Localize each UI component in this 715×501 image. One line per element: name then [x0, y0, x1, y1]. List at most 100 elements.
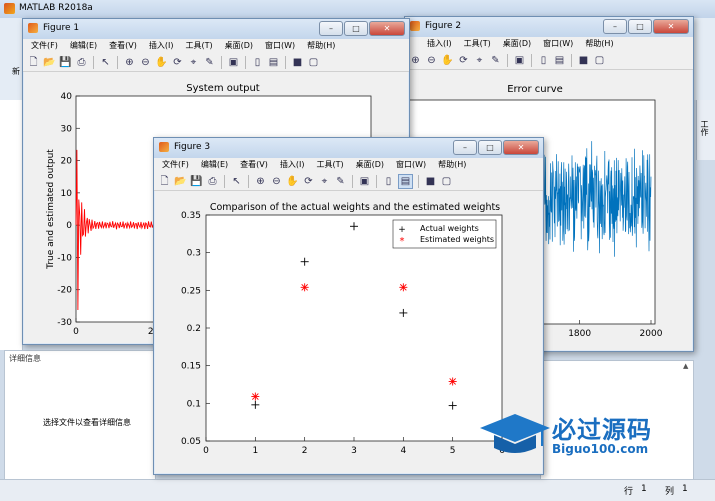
pan-icon[interactable]: ✋ [155, 56, 168, 69]
close-button[interactable]: ✕ [369, 21, 405, 36]
maximize-button[interactable]: □ [478, 140, 502, 155]
y-tick-label: 0.15 [181, 362, 201, 372]
figure-icon [28, 23, 38, 33]
menu-help[interactable]: 帮助(H) [438, 158, 466, 172]
colorbar-icon[interactable]: ▯ [537, 54, 550, 67]
x-tick-label: 1 [252, 446, 258, 456]
toolbar-separator [507, 53, 508, 67]
zoom-in-icon[interactable]: ⊕ [123, 56, 136, 69]
menu-file[interactable]: 文件(F) [162, 158, 189, 172]
close-button[interactable]: ✕ [503, 140, 539, 155]
current-folder-panel [0, 100, 23, 350]
minimize-button[interactable]: – [453, 140, 477, 155]
colorbar-icon[interactable]: ▯ [382, 175, 395, 188]
zoom-out-icon[interactable]: ⊖ [139, 56, 152, 69]
x-tick-label: 0 [73, 327, 79, 337]
brush-icon[interactable]: ✎ [203, 56, 216, 69]
y-axis-label: True and estimated output [46, 149, 56, 270]
zoom-in-icon[interactable]: ⊕ [254, 175, 267, 188]
menu-edit[interactable]: 编辑(E) [201, 158, 228, 172]
menu-help[interactable]: 帮助(H) [307, 39, 335, 53]
menu-view[interactable]: 查看(V) [240, 158, 268, 172]
legend-marker-actual: + [398, 225, 406, 235]
menu-file[interactable]: 文件(F) [31, 39, 58, 53]
data-cursor-icon[interactable]: ⌖ [187, 56, 200, 69]
zoom-out-icon[interactable]: ⊖ [425, 54, 438, 67]
menu-window[interactable]: 窗口(W) [265, 39, 295, 53]
toolbar-separator [117, 55, 118, 69]
menu-tools[interactable]: 工具(T) [464, 37, 491, 51]
show-tools-icon[interactable]: ▢ [593, 54, 606, 67]
menu-tools[interactable]: 工具(T) [316, 158, 343, 172]
y-tick-label: 0.2 [187, 324, 201, 334]
link-plot-icon[interactable]: ▣ [358, 175, 371, 188]
ribbon-tab-new[interactable]: 新 [12, 66, 20, 77]
y-tick-label: -20 [57, 286, 72, 296]
menu-view[interactable]: 查看(V) [109, 39, 137, 53]
colorbar-icon[interactable]: ▯ [251, 56, 264, 69]
show-tools-icon[interactable]: ▢ [307, 56, 320, 69]
data-cursor-icon[interactable]: ⌖ [473, 54, 486, 67]
menu-window[interactable]: 窗口(W) [396, 158, 426, 172]
hide-tools-icon[interactable]: ■ [577, 54, 590, 67]
scroll-up-icon[interactable]: ▲ [683, 362, 688, 370]
rotate-icon[interactable]: ⟳ [171, 56, 184, 69]
figure1-titlebar[interactable]: Figure 1 – □ ✕ [23, 19, 409, 39]
data-cursor-icon[interactable]: ⌖ [318, 175, 331, 188]
zoom-in-icon[interactable]: ⊕ [409, 54, 422, 67]
save-icon[interactable]: 💾 [190, 175, 203, 188]
figure2-titlebar[interactable]: Figure 2 – □ ✕ [405, 17, 693, 37]
menu-desktop[interactable]: 桌面(D) [225, 39, 253, 53]
open-file-icon[interactable]: 📂 [43, 56, 56, 69]
maximize-button[interactable]: □ [628, 19, 652, 34]
brush-icon[interactable]: ✎ [489, 54, 502, 67]
link-plot-icon[interactable]: ▣ [513, 54, 526, 67]
minimize-button[interactable]: – [319, 21, 343, 36]
rotate-icon[interactable]: ⟳ [457, 54, 470, 67]
save-icon[interactable]: 💾 [59, 56, 72, 69]
details-header: 详细信息 [9, 354, 41, 363]
x-tick-label: 1800 [568, 329, 591, 339]
y-tick-label: 10 [61, 189, 73, 199]
rotate-icon[interactable]: ⟳ [302, 175, 315, 188]
pan-icon[interactable]: ✋ [286, 175, 299, 188]
legend-icon[interactable]: ▤ [398, 173, 413, 189]
menu-desktop[interactable]: 桌面(D) [356, 158, 384, 172]
print-icon[interactable]: ⎙ [206, 175, 219, 188]
hide-tools-icon[interactable]: ■ [291, 56, 304, 69]
edit-plot-icon[interactable]: ↖ [230, 175, 243, 188]
show-tools-icon[interactable]: ▢ [440, 175, 453, 188]
legend-icon[interactable]: ▤ [553, 54, 566, 67]
status-bar: 行 1 列 1 [0, 479, 715, 501]
toolbar-separator [571, 53, 572, 67]
minimize-button[interactable]: – [603, 19, 627, 34]
menu-desktop[interactable]: 桌面(D) [503, 37, 531, 51]
estimated-weight-point [300, 283, 309, 292]
workspace-strip[interactable]: 工作 [696, 100, 715, 160]
hide-tools-icon[interactable]: ■ [424, 175, 437, 188]
maximize-button[interactable]: □ [344, 21, 368, 36]
brush-icon[interactable]: ✎ [334, 175, 347, 188]
link-plot-icon[interactable]: ▣ [227, 56, 240, 69]
legend[interactable]: + Actual weights * Estimated weights [392, 219, 497, 249]
menu-window[interactable]: 窗口(W) [543, 37, 573, 51]
pan-icon[interactable]: ✋ [441, 54, 454, 67]
legend-icon[interactable]: ▤ [267, 56, 280, 69]
new-figure-icon[interactable]: 🗋 [158, 175, 171, 188]
menu-insert[interactable]: 插入(I) [427, 37, 452, 51]
menu-tools[interactable]: 工具(T) [185, 39, 212, 53]
open-file-icon[interactable]: 📂 [174, 175, 187, 188]
figure3-titlebar[interactable]: Figure 3 – □ ✕ [154, 138, 543, 158]
menu-insert[interactable]: 插入(I) [149, 39, 174, 53]
menu-insert[interactable]: 插入(I) [280, 158, 305, 172]
print-icon[interactable]: ⎙ [75, 56, 88, 69]
new-figure-icon[interactable]: 🗋 [27, 56, 40, 69]
menu-edit[interactable]: 编辑(E) [70, 39, 97, 53]
edit-plot-icon[interactable]: ↖ [99, 56, 112, 69]
figure1-menubar: 文件(F) 编辑(E) 查看(V) 插入(I) 工具(T) 桌面(D) 窗口(W… [23, 39, 409, 53]
menu-help[interactable]: 帮助(H) [585, 37, 613, 51]
y-tick-label: 0.05 [181, 437, 201, 447]
close-button[interactable]: ✕ [653, 19, 689, 34]
zoom-out-icon[interactable]: ⊖ [270, 175, 283, 188]
status-row-value: 1 [641, 484, 647, 494]
